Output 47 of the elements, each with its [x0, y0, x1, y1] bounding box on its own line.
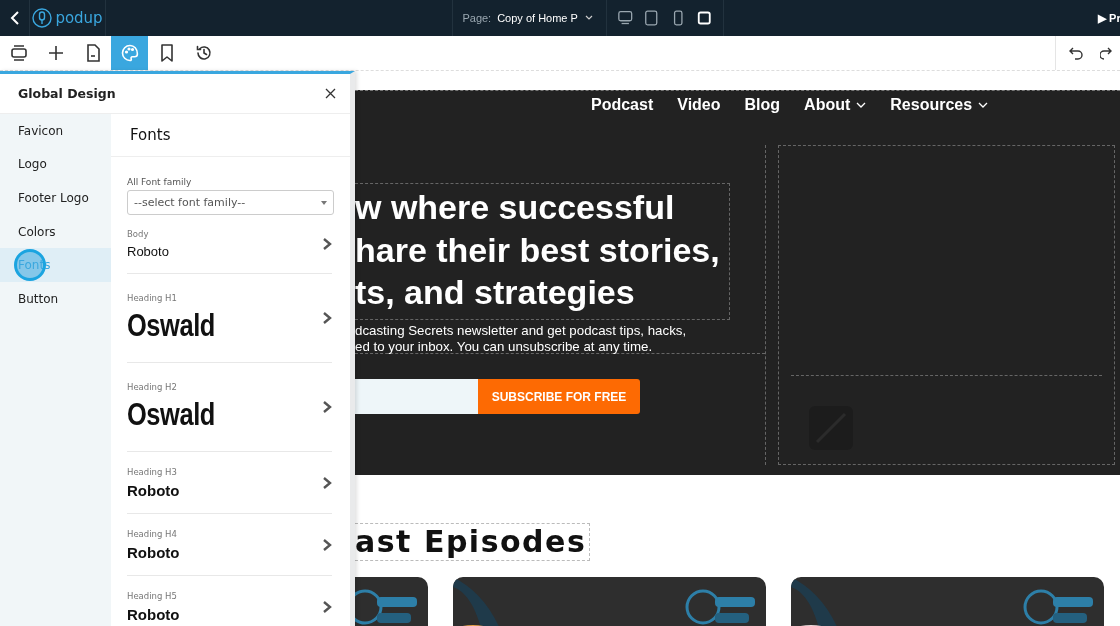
font-setting-row[interactable]: Heading H5 Roboto — [127, 576, 332, 626]
close-icon[interactable] — [325, 88, 336, 99]
section-heading: ast Episodes — [355, 523, 591, 561]
font-setting-row[interactable]: Heading H3 Roboto — [127, 452, 332, 514]
settings-nav-item[interactable]: Logo — [0, 147, 111, 182]
chevron-right-icon — [322, 599, 332, 614]
font-setting-row[interactable]: Body Roboto — [127, 215, 332, 274]
chevron-right-icon — [322, 237, 332, 251]
chevron-right-icon — [322, 400, 332, 414]
font-setting-row[interactable]: Heading H1 Oswald — [127, 274, 332, 363]
site-nav-link[interactable]: About — [804, 95, 867, 115]
chevron-right-icon — [322, 537, 332, 552]
font-setting-row[interactable]: Heading H4 Roboto — [127, 514, 332, 576]
history-icon — [194, 44, 213, 62]
hero-headline: hare their best stories, — [355, 229, 721, 271]
palette-tool[interactable] — [111, 36, 148, 70]
site-nav-link[interactable]: Blog — [744, 95, 781, 115]
font-family-select[interactable]: --select font family-- — [127, 190, 334, 215]
chevron-right-icon — [322, 311, 332, 325]
site-nav-link[interactable]: Video — [677, 95, 721, 115]
document-icon — [85, 44, 100, 62]
settings-nav-item[interactable]: Favicon — [0, 114, 111, 148]
palette-icon — [120, 44, 139, 62]
site-nav-link[interactable]: Resources — [890, 95, 989, 115]
square-view-icon[interactable] — [696, 9, 713, 27]
panel-title: Global Design — [18, 86, 116, 101]
bookmark-icon — [159, 44, 174, 62]
hero-headline: ts, and strategies — [355, 272, 636, 313]
chevron-left-icon — [9, 10, 20, 26]
site-nav-link[interactable]: Podcast — [591, 95, 654, 115]
font-setting-row[interactable]: Heading H2 Oswald — [127, 363, 332, 452]
section-title: Fonts — [111, 114, 350, 157]
layers-icon — [9, 44, 28, 62]
redo-icon[interactable] — [1100, 46, 1112, 60]
settings-nav-item[interactable]: Button — [0, 281, 111, 316]
undo-icon[interactable] — [1068, 46, 1084, 60]
plus-icon — [47, 45, 64, 61]
preview-button[interactable]: ▶ Pr — [1098, 11, 1120, 25]
settings-nav-item[interactable]: Colors — [0, 214, 111, 249]
chevron-right-icon — [322, 475, 332, 490]
settings-nav-item[interactable]: Footer Logo — [0, 181, 111, 215]
hero-headline: w where successful — [355, 187, 676, 228]
tablet-view-icon[interactable] — [643, 9, 660, 27]
intro-text: dcasting Secrets newsletter and get podcast tips, hacks, ed to your inbox. You can unsubscribe at any time. — [355, 320, 765, 354]
email-field[interactable] — [355, 379, 478, 414]
field-label: All Font family — [127, 177, 193, 187]
desktop-view-icon[interactable] — [616, 9, 634, 27]
